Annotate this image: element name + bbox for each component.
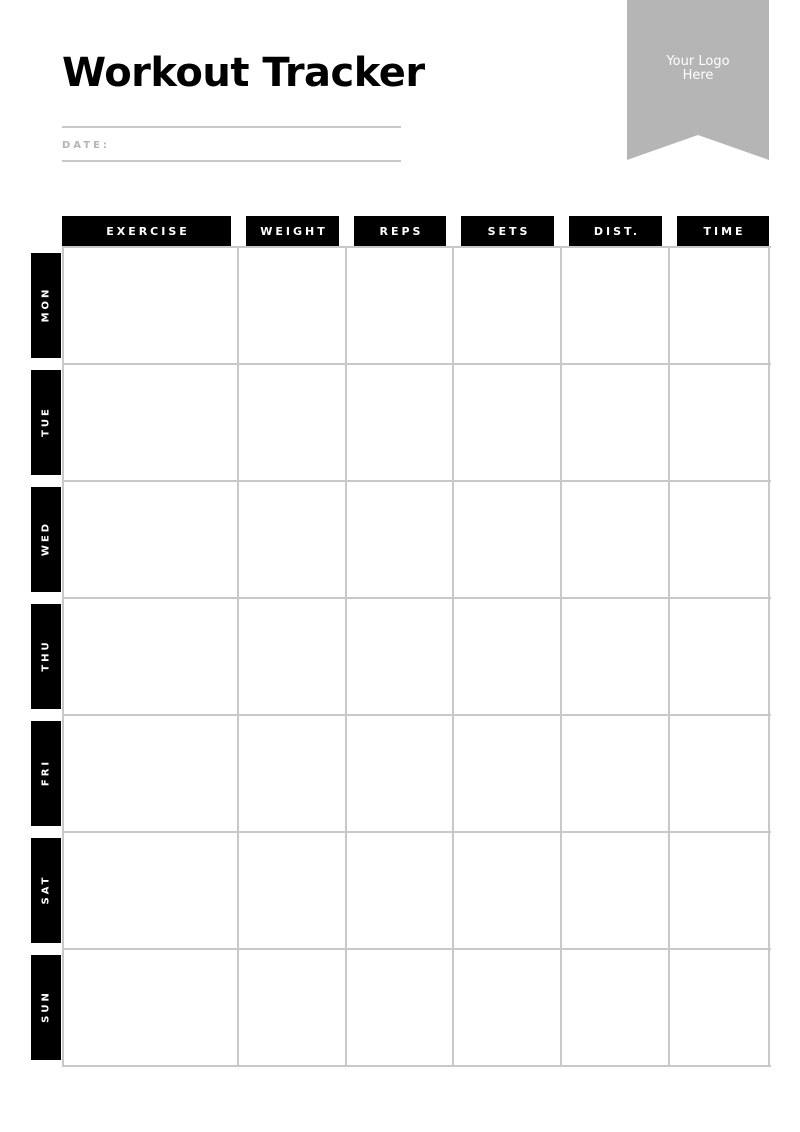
logo-text-line2: Here (682, 68, 714, 83)
column-header-reps: REPS (354, 216, 446, 246)
cell-reps[interactable] (347, 716, 453, 832)
cell-exercise[interactable] (64, 365, 238, 481)
cell-weight[interactable] (239, 365, 346, 481)
cell-time[interactable] (670, 365, 767, 481)
cell-dist[interactable] (562, 833, 669, 949)
cell-weight[interactable] (239, 248, 346, 364)
day-label-thu: THU (31, 604, 61, 709)
day-label-tue: TUE (31, 370, 61, 475)
day-label-sat: SAT (31, 838, 61, 943)
cell-reps[interactable] (347, 950, 453, 1064)
cell-time[interactable] (670, 482, 767, 598)
column-header-dist: DIST. (569, 216, 662, 246)
cell-weight[interactable] (239, 599, 346, 715)
cell-reps[interactable] (347, 833, 453, 949)
cell-sets[interactable] (454, 950, 561, 1064)
cell-exercise[interactable] (64, 950, 238, 1064)
logo-text-line1: Your Logo (666, 54, 730, 69)
cell-reps[interactable] (347, 365, 453, 481)
logo-text: Your Logo Here (627, 55, 769, 83)
day-label-text: FRI (40, 758, 52, 786)
cell-dist[interactable] (562, 482, 669, 598)
day-label-text: SAT (40, 874, 52, 904)
cell-sets[interactable] (454, 482, 561, 598)
cell-exercise[interactable] (64, 716, 238, 832)
date-label: DATE: (62, 140, 110, 151)
day-label-text: SUN (40, 989, 52, 1023)
column-header-time: TIME (677, 216, 769, 246)
cell-sets[interactable] (454, 716, 561, 832)
cell-time[interactable] (670, 599, 767, 715)
cell-exercise[interactable] (64, 833, 238, 949)
cell-weight[interactable] (239, 833, 346, 949)
cell-sets[interactable] (454, 248, 561, 364)
day-label-text: MON (40, 286, 52, 322)
cell-exercise[interactable] (64, 482, 238, 598)
day-label-wed: WED (31, 487, 61, 592)
cell-exercise[interactable] (64, 248, 238, 364)
cell-weight[interactable] (239, 716, 346, 832)
cell-dist[interactable] (562, 599, 669, 715)
cell-dist[interactable] (562, 950, 669, 1064)
column-header-weight: WEIGHT (246, 216, 339, 246)
day-label-sun: SUN (31, 955, 61, 1060)
day-label-text: WED (40, 520, 52, 556)
cell-reps[interactable] (347, 599, 453, 715)
column-header-sets: SETS (461, 216, 554, 246)
cell-reps[interactable] (347, 482, 453, 598)
grid-line-vertical (768, 247, 770, 1067)
cell-dist[interactable] (562, 248, 669, 364)
cell-dist[interactable] (562, 716, 669, 832)
cell-sets[interactable] (454, 599, 561, 715)
date-input-line[interactable] (62, 160, 401, 162)
cell-time[interactable] (670, 716, 767, 832)
cell-sets[interactable] (454, 833, 561, 949)
cell-sets[interactable] (454, 365, 561, 481)
cell-reps[interactable] (347, 248, 453, 364)
day-label-text: THU (40, 638, 52, 672)
cell-time[interactable] (670, 248, 767, 364)
cell-dist[interactable] (562, 365, 669, 481)
cell-weight[interactable] (239, 950, 346, 1064)
day-label-fri: FRI (31, 721, 61, 826)
day-label-mon: MON (31, 253, 61, 358)
cell-weight[interactable] (239, 482, 346, 598)
cell-time[interactable] (670, 950, 767, 1064)
column-header-exercise: EXERCISE (62, 216, 231, 246)
cell-exercise[interactable] (64, 599, 238, 715)
grid-line-horizontal (62, 1065, 771, 1067)
cell-time[interactable] (670, 833, 767, 949)
page-title: Workout Tracker (62, 50, 425, 96)
day-label-text: TUE (40, 405, 52, 437)
divider-top (62, 126, 401, 128)
